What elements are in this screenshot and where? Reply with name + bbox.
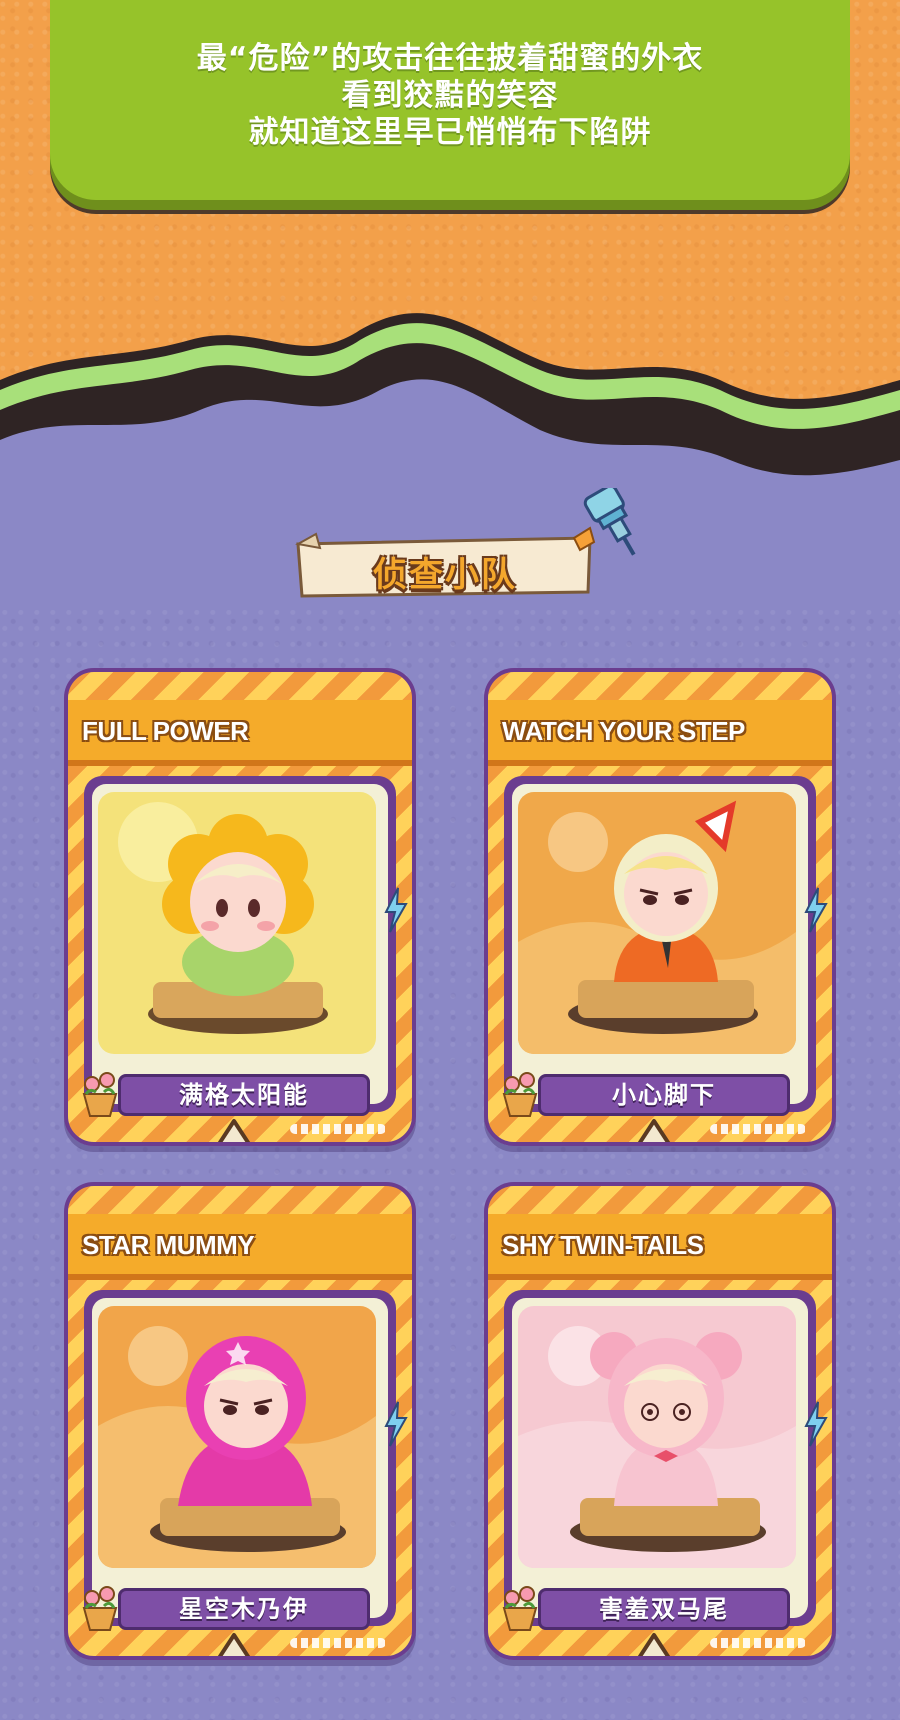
card-name-bar: 小心脚下 — [538, 1074, 790, 1116]
character-card[interactable]: STAR MUMMY 星空木乃伊 — [64, 1182, 416, 1660]
figure-photo — [98, 792, 376, 1054]
character-card[interactable]: FULL POWER 满格太阳能 — [64, 668, 416, 1146]
card-english-title: SHY TWIN-TAILS — [502, 1230, 704, 1260]
section-title: 侦查小队 — [373, 555, 517, 595]
card-header: WATCH YOUR STEP — [488, 700, 832, 766]
triangle-icon — [217, 1633, 251, 1656]
flower-pot-icon — [82, 1586, 118, 1631]
banner-line: 最“危险”的攻击往往披着甜蜜的外衣 — [196, 41, 704, 76]
lightning-icon — [804, 1401, 828, 1447]
triangle-icon — [637, 1119, 671, 1142]
flower-pot-icon — [82, 1072, 118, 1117]
progress-dashes — [710, 1124, 806, 1134]
card-english-title: WATCH YOUR STEP — [502, 716, 745, 746]
pushpin-icon — [572, 488, 636, 556]
lightning-icon — [384, 1401, 408, 1447]
card-chinese-name: 星空木乃伊 — [179, 1595, 309, 1623]
triangle-icon — [217, 1119, 251, 1142]
card-header: STAR MUMMY — [68, 1214, 412, 1280]
card-name-bar: 满格太阳能 — [118, 1074, 370, 1116]
progress-dashes — [710, 1638, 806, 1648]
triangle-icon — [637, 1633, 671, 1656]
card-header: FULL POWER — [68, 700, 412, 766]
figure-photo — [98, 1306, 376, 1568]
figure-photo — [518, 792, 796, 1054]
card-header: SHY TWIN-TAILS — [488, 1214, 832, 1280]
banner-line: 看到狡黠的笑容 — [341, 78, 559, 113]
character-card[interactable]: WATCH YOUR STEP 小心脚下 — [484, 668, 836, 1146]
card-name-bar: 星空木乃伊 — [118, 1588, 370, 1630]
character-card[interactable]: SHY TWIN-TAILS 害羞双马尾 — [484, 1182, 836, 1660]
lightning-icon — [384, 887, 408, 933]
flower-pot-icon — [502, 1072, 538, 1117]
card-chinese-name: 害羞双马尾 — [599, 1595, 729, 1623]
card-chinese-name: 满格太阳能 — [179, 1081, 309, 1109]
figure-photo — [518, 1306, 796, 1568]
intro-banner: 最“危险”的攻击往往披着甜蜜的外衣 看到狡黠的笑容 就知道这里早已悄悄布下陷阱 — [50, 0, 850, 200]
progress-dashes — [290, 1124, 386, 1134]
section-title-plaque: 侦查小队 — [290, 530, 600, 602]
banner-text: 最“危险”的攻击往往披着甜蜜的外衣 看到狡黠的笑容 就知道这里早已悄悄布下陷阱 — [50, 40, 850, 151]
card-english-title: STAR MUMMY — [82, 1230, 255, 1260]
card-name-bar: 害羞双马尾 — [538, 1588, 790, 1630]
card-english-title: FULL POWER — [82, 716, 249, 746]
card-chinese-name: 小心脚下 — [612, 1081, 716, 1109]
flower-pot-icon — [502, 1586, 538, 1631]
banner-line: 就知道这里早已悄悄布下陷阱 — [248, 115, 652, 150]
progress-dashes — [290, 1638, 386, 1648]
lightning-icon — [804, 887, 828, 933]
